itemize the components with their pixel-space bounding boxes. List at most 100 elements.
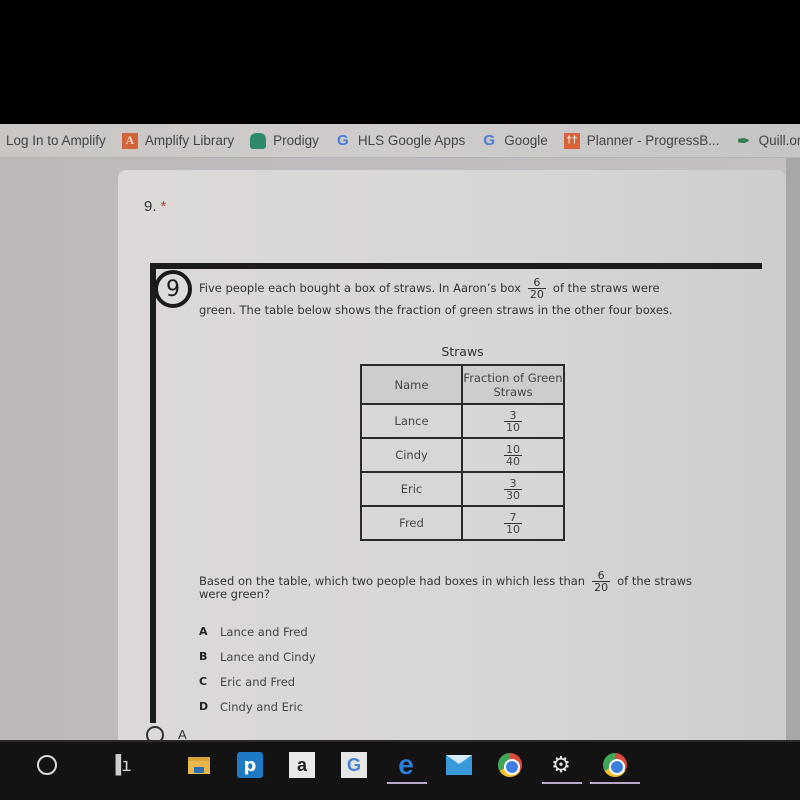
table-row: Eric 3 30 xyxy=(360,471,565,507)
bookmark-label: HLS Google Apps xyxy=(357,133,466,148)
bookmark-label: Log In to Amplify xyxy=(6,133,106,148)
folder-icon xyxy=(188,756,210,774)
pandora-icon: p xyxy=(243,754,257,776)
prompt-line-1: Based on the table, which two people had… xyxy=(199,570,759,593)
bookmark-planner[interactable]: †† Planner - ProgressB... xyxy=(563,132,720,149)
table-row: Lance 3 10 xyxy=(360,403,565,439)
column-header-fraction: Fraction of Green Straws xyxy=(461,364,565,405)
bookmark-prodigy[interactable]: Prodigy xyxy=(250,132,319,149)
option-b: B Lance and Cindy xyxy=(199,644,316,669)
taskbar-google[interactable]: G xyxy=(341,752,367,778)
fraction-denominator: 20 xyxy=(527,288,546,301)
scrollbar[interactable] xyxy=(786,158,800,740)
active-indicator xyxy=(542,782,582,784)
fraction-denominator: 10 xyxy=(504,420,522,434)
cell-name: Lance xyxy=(360,403,463,439)
question-number: 9. * xyxy=(144,198,166,215)
taskbar-chrome[interactable] xyxy=(497,752,523,778)
bookmark-hls-google-apps[interactable]: G HLS Google Apps xyxy=(335,132,466,149)
table-title: Straws xyxy=(441,344,484,359)
option-a: A Lance and Fred xyxy=(199,619,316,644)
question-number-label: 9. xyxy=(144,198,157,215)
option-d: D Cindy and Eric xyxy=(199,694,316,719)
answer-options-list: A Lance and Fred B Lance and Cindy C Eri… xyxy=(199,619,316,719)
windows-taskbar: ▐ı p a G e ⚙ xyxy=(0,740,800,800)
cell-fraction: 10 40 xyxy=(461,437,565,473)
chrome-icon xyxy=(498,753,522,777)
bookmark-label: Planner - ProgressB... xyxy=(586,133,720,148)
mail-icon xyxy=(446,755,472,775)
quill-icon: ✒ xyxy=(737,132,750,150)
cell-fraction: 3 30 xyxy=(461,471,565,507)
taskbar-task-view[interactable]: ▐ı xyxy=(108,752,134,778)
chrome-icon xyxy=(603,753,627,777)
fraction-numerator: 6 xyxy=(597,569,605,582)
taskbar-amazon[interactable]: a xyxy=(289,752,315,778)
aaron-fraction: 6 20 xyxy=(527,277,546,301)
option-text: Lance and Cindy xyxy=(220,649,316,664)
bookmark-label: Amplify Library xyxy=(144,133,235,148)
problem-number-badge: 9 xyxy=(154,270,192,308)
bookmark-label: Google xyxy=(504,133,548,148)
amplify-icon: A xyxy=(121,132,138,149)
option-letter: A xyxy=(199,625,208,638)
stem-text: Five people each bought a box of straws.… xyxy=(199,281,521,295)
option-text: Lance and Fred xyxy=(220,624,308,639)
fraction-denominator: 10 xyxy=(504,522,522,536)
edge-icon: e xyxy=(398,749,414,780)
taskbar-edge[interactable]: e xyxy=(387,749,427,784)
question-prompt: Based on the table, which two people had… xyxy=(199,570,759,601)
cell-fraction: 3 10 xyxy=(461,403,565,439)
fraction: 7 10 xyxy=(504,512,522,535)
problem-frame-left xyxy=(150,263,156,723)
active-indicator xyxy=(387,782,427,784)
bookmark-amplify-library[interactable]: A Amplify Library xyxy=(121,132,235,149)
top-bezel xyxy=(0,0,800,124)
option-letter: C xyxy=(199,675,208,688)
straws-table: Name Fraction of Green Straws Lance 3 10 … xyxy=(360,364,565,541)
fraction-numerator: 3 xyxy=(509,476,517,490)
active-indicator xyxy=(590,782,640,784)
taskbar-chrome-profile[interactable] xyxy=(590,752,640,784)
taskbar-settings[interactable]: ⚙ xyxy=(542,752,582,784)
taskbar-cortana[interactable] xyxy=(34,752,60,778)
cell-name: Cindy xyxy=(360,437,463,473)
table-row: Cindy 10 40 xyxy=(360,437,565,473)
problem-stem-line-2: green. The table below shows the fractio… xyxy=(199,303,673,317)
fraction-numerator: 3 xyxy=(509,408,517,422)
google-icon: G xyxy=(483,132,496,149)
table-header-row: Name Fraction of Green Straws xyxy=(360,364,565,405)
planner-icon: †† xyxy=(563,132,580,149)
cell-name: Fred xyxy=(360,505,463,541)
bookmarks-bar: Log In to Amplify A Amplify Library Prod… xyxy=(0,124,800,158)
fraction-numerator: 7 xyxy=(509,510,517,524)
fraction: 3 30 xyxy=(504,478,522,501)
column-header-name: Name xyxy=(360,364,463,405)
cell-name: Eric xyxy=(360,471,463,507)
taskbar-mail[interactable] xyxy=(446,752,472,778)
prompt-text: of the straws xyxy=(617,574,693,588)
fraction-numerator: 10 xyxy=(506,442,520,456)
google-icon: G xyxy=(346,754,361,775)
fraction-denominator: 40 xyxy=(504,454,522,468)
option-letter: D xyxy=(199,700,209,713)
problem-frame-top xyxy=(150,263,762,269)
option-text: Cindy and Eric xyxy=(220,699,304,714)
taskbar-file-explorer[interactable] xyxy=(186,752,212,778)
problem-stem-line-1: Five people each bought a box of straws.… xyxy=(199,277,660,300)
fraction-denominator: 20 xyxy=(592,581,611,594)
bookmark-google[interactable]: G Google xyxy=(481,132,548,149)
option-text: Eric and Fred xyxy=(220,674,296,689)
option-c: C Eric and Fred xyxy=(199,669,316,694)
gear-icon: ⚙ xyxy=(551,752,571,778)
task-view-icon: ▐ı xyxy=(110,754,132,776)
stem-text: of the straws were xyxy=(552,281,660,295)
fraction: 10 40 xyxy=(504,444,522,467)
google-icon: G xyxy=(337,132,349,149)
table-row: Fred 7 10 xyxy=(360,505,565,541)
option-letter: B xyxy=(199,650,208,663)
prompt-fraction: 6 20 xyxy=(592,569,611,594)
bookmark-quill[interactable]: ✒ Quill.org — Inte xyxy=(736,132,800,150)
taskbar-pandora[interactable]: p xyxy=(237,752,263,778)
bookmark-log-in-to-amplify[interactable]: Log In to Amplify xyxy=(6,133,106,148)
